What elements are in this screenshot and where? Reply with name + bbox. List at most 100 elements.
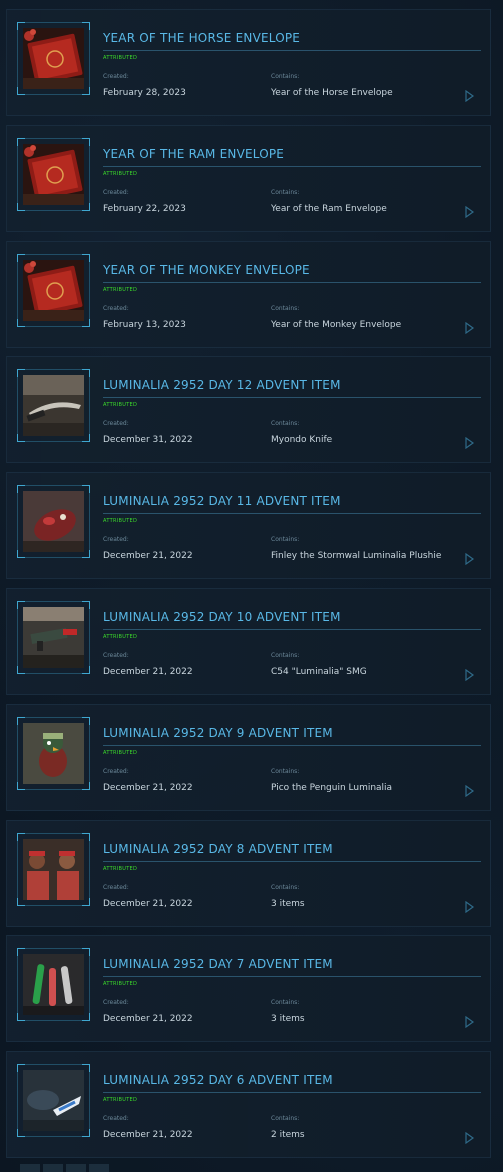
page-button[interactable] bbox=[20, 1164, 40, 1172]
title-divider bbox=[103, 629, 481, 630]
contains-label: Contains: bbox=[271, 652, 300, 659]
created-date: December 21, 2022 bbox=[103, 551, 193, 562]
pledge-item[interactable]: LUMINALIA 2952 DAY 6 ADVENT ITEM ATTRIBU… bbox=[6, 1051, 491, 1159]
created-label: Created: bbox=[103, 1115, 129, 1123]
created-date: February 13, 2023 bbox=[103, 319, 186, 330]
item-title: LUMINALIA 2952 DAY 9 ADVENT ITEM bbox=[103, 725, 333, 740]
item-image bbox=[23, 607, 84, 668]
created-label: Created: bbox=[103, 73, 129, 80]
page-button[interactable] bbox=[89, 1164, 109, 1172]
title-divider bbox=[103, 397, 481, 399]
item-thumbnail bbox=[17, 832, 90, 906]
pledge-item[interactable]: LUMINALIA 2952 DAY 10 ADVENT ITEM ATTRIB… bbox=[6, 588, 491, 695]
title-divider bbox=[103, 165, 481, 167]
created-label: Created: bbox=[103, 652, 129, 659]
expand-arrow-icon[interactable] bbox=[463, 550, 475, 566]
item-thumbnail bbox=[17, 369, 90, 443]
pledge-item[interactable]: LUMINALIA 2952 DAY 11 ADVENT ITEM ATTRIB… bbox=[6, 472, 491, 580]
expand-arrow-icon[interactable] bbox=[463, 1013, 475, 1029]
created-date: December 21, 2022 bbox=[103, 667, 193, 677]
item-title: LUMINALIA 2952 DAY 11 ADVENT ITEM bbox=[103, 494, 341, 509]
title-divider bbox=[103, 50, 481, 51]
pledge-item[interactable]: YEAR OF THE RAM ENVELOPE ATTRIBUTED Crea… bbox=[6, 124, 491, 232]
item-thumbnail bbox=[17, 948, 90, 1022]
pledge-item[interactable]: YEAR OF THE HORSE ENVELOPE ATTRIBUTED Cr… bbox=[6, 9, 491, 116]
created-date: December 21, 2022 bbox=[103, 1130, 193, 1141]
pledge-item[interactable]: LUMINALIA 2952 DAY 8 ADVENT ITEM ATTRIBU… bbox=[6, 819, 491, 927]
contains-value: Year of the Ram Envelope bbox=[271, 203, 387, 214]
attributed-badge: ATTRIBUTED bbox=[103, 170, 138, 177]
attributed-badge: ATTRIBUTED bbox=[103, 865, 138, 872]
expand-arrow-icon[interactable] bbox=[463, 319, 475, 334]
item-image bbox=[23, 838, 84, 900]
expand-arrow-icon[interactable] bbox=[463, 898, 475, 913]
created-label: Created: bbox=[103, 999, 129, 1007]
expand-arrow-icon[interactable] bbox=[463, 1129, 475, 1145]
contains-value: C54 "Luminalia" SMG bbox=[271, 667, 367, 677]
page-button[interactable] bbox=[66, 1164, 86, 1172]
item-thumbnail bbox=[17, 716, 90, 790]
created-date: February 22, 2023 bbox=[103, 203, 186, 214]
created-label: Created: bbox=[103, 304, 129, 312]
expand-arrow-icon[interactable] bbox=[463, 87, 475, 103]
pledge-item[interactable]: LUMINALIA 2952 DAY 12 ADVENT ITEM ATTRIB… bbox=[6, 356, 491, 464]
contains-label: Contains: bbox=[271, 304, 300, 312]
attributed-badge: ATTRIBUTED bbox=[103, 981, 138, 988]
contains-value: Myondo Knife bbox=[271, 435, 333, 446]
contains-label: Contains: bbox=[271, 883, 300, 891]
expand-arrow-icon[interactable] bbox=[463, 203, 475, 218]
contains-label: Contains: bbox=[271, 1115, 300, 1123]
item-title: LUMINALIA 2952 DAY 6 ADVENT ITEM bbox=[103, 1073, 333, 1088]
item-thumbnail bbox=[17, 22, 90, 95]
item-title: YEAR OF THE MONKEY ENVELOPE bbox=[103, 262, 310, 277]
pledge-item[interactable]: LUMINALIA 2952 DAY 7 ADVENT ITEM ATTRIBU… bbox=[6, 935, 491, 1043]
pledge-item[interactable]: YEAR OF THE MONKEY ENVELOPE ATTRIBUTED C… bbox=[6, 240, 491, 348]
pagination bbox=[20, 1164, 160, 1172]
contains-value: Finley the Stormwal Luminalia Plushie bbox=[271, 551, 442, 562]
title-divider bbox=[103, 1092, 481, 1094]
created-label: Created: bbox=[103, 188, 129, 196]
title-divider bbox=[103, 860, 481, 862]
contains-label: Contains: bbox=[271, 73, 300, 80]
created-date: December 21, 2022 bbox=[103, 1014, 193, 1025]
item-thumbnail bbox=[17, 485, 90, 559]
contains-value: 2 items bbox=[271, 1130, 305, 1141]
attributed-badge: ATTRIBUTED bbox=[103, 1097, 138, 1104]
attributed-badge: ATTRIBUTED bbox=[103, 518, 138, 525]
item-thumbnail bbox=[17, 137, 90, 211]
attributed-badge: ATTRIBUTED bbox=[103, 634, 138, 640]
item-thumbnail bbox=[17, 601, 90, 674]
pledge-item[interactable]: LUMINALIA 2952 DAY 9 ADVENT ITEM ATTRIBU… bbox=[6, 703, 491, 811]
title-divider bbox=[103, 513, 481, 515]
expand-arrow-icon[interactable] bbox=[463, 666, 475, 682]
contains-label: Contains: bbox=[271, 999, 300, 1007]
contains-value: Pico the Penguin Luminalia bbox=[271, 782, 393, 793]
item-title: YEAR OF THE HORSE ENVELOPE bbox=[103, 31, 301, 45]
created-date: December 21, 2022 bbox=[103, 782, 193, 793]
expand-arrow-icon[interactable] bbox=[463, 434, 475, 450]
created-date: December 21, 2022 bbox=[103, 898, 193, 909]
contains-label: Contains: bbox=[271, 767, 300, 775]
attributed-badge: ATTRIBUTED bbox=[103, 749, 138, 756]
item-title: LUMINALIA 2952 DAY 8 ADVENT ITEM bbox=[103, 841, 333, 856]
contains-value: Year of the Horse Envelope bbox=[271, 88, 393, 98]
item-thumbnail bbox=[17, 253, 90, 327]
title-divider bbox=[103, 976, 481, 978]
contains-value: Year of the Monkey Envelope bbox=[271, 319, 402, 330]
created-date: December 31, 2022 bbox=[103, 435, 193, 446]
attributed-badge: ATTRIBUTED bbox=[103, 286, 138, 293]
item-title: LUMINALIA 2952 DAY 7 ADVENT ITEM bbox=[103, 957, 333, 972]
title-divider bbox=[103, 281, 481, 283]
item-image bbox=[23, 954, 84, 1016]
item-image bbox=[23, 722, 84, 784]
item-title: LUMINALIA 2952 DAY 10 ADVENT ITEM bbox=[103, 610, 341, 624]
created-label: Created: bbox=[103, 420, 129, 428]
created-date: February 28, 2023 bbox=[103, 88, 186, 98]
item-image bbox=[23, 259, 84, 321]
page-button[interactable] bbox=[43, 1164, 63, 1172]
created-label: Created: bbox=[103, 767, 129, 775]
expand-arrow-icon[interactable] bbox=[463, 782, 475, 797]
contains-label: Contains: bbox=[271, 536, 300, 544]
item-thumbnail bbox=[17, 1064, 90, 1138]
title-divider bbox=[103, 744, 481, 746]
